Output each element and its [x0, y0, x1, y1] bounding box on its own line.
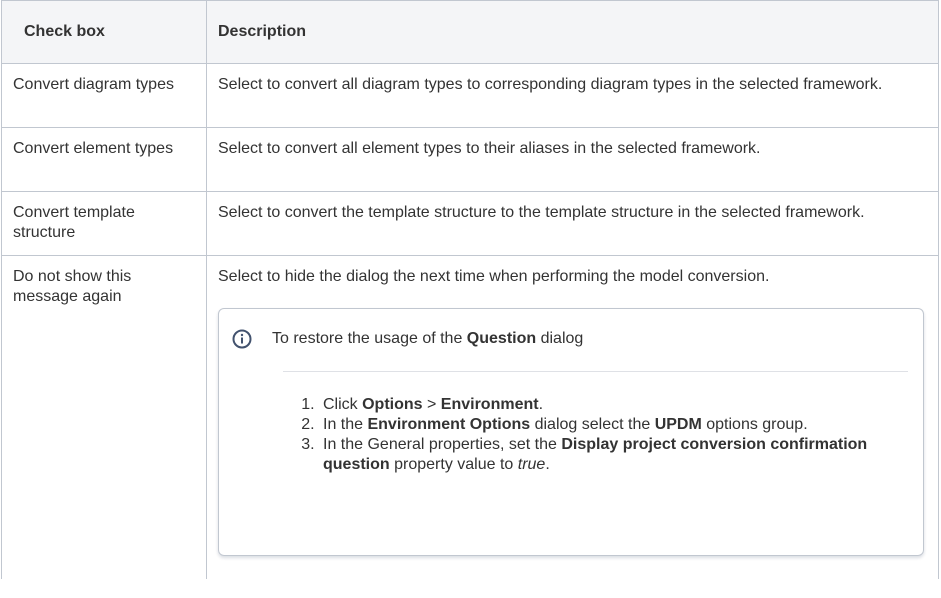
table-row: Convert element types Select to convert …: [1, 127, 939, 192]
description-text: Select to hide the dialog the next time …: [218, 268, 770, 285]
steps-list: Click Options > Environment. In the Envi…: [219, 395, 923, 475]
table-row: Do not show this message again Select to…: [1, 255, 939, 579]
table-row: Convert template structure Select to con…: [1, 191, 939, 256]
checkbox-description-table: Check box Description Convert diagram ty…: [1, 0, 939, 579]
list-item: In the Environment Options dialog select…: [319, 415, 883, 435]
checkbox-name-cell: Convert diagram types: [1, 63, 207, 128]
info-icon: [232, 329, 252, 349]
checkbox-name-cell: Convert template structure: [1, 191, 207, 256]
list-item: In the General properties, set the Displ…: [319, 435, 883, 475]
divider: [283, 371, 908, 372]
description-cell: Select to convert all element types to t…: [206, 127, 939, 192]
column-header-checkbox: Check box: [1, 0, 207, 64]
question-dialog-name: Question: [466, 330, 537, 347]
list-item: Click Options > Environment.: [319, 395, 883, 415]
checkbox-name-cell: Do not show this message again: [1, 255, 207, 579]
info-panel-header: To restore the usage of the Question dia…: [219, 309, 923, 355]
column-header-description: Description: [206, 0, 939, 64]
checkbox-name-cell: Convert element types: [1, 127, 207, 192]
info-panel-title: To restore the usage of the Question dia…: [272, 330, 584, 347]
description-cell: Select to convert the template structure…: [206, 191, 939, 256]
table-row: Convert diagram types Select to convert …: [1, 63, 939, 128]
description-cell: Select to hide the dialog the next time …: [206, 255, 939, 579]
table-header-row: Check box Description: [1, 0, 939, 64]
info-panel: To restore the usage of the Question dia…: [218, 308, 924, 556]
description-cell: Select to convert all diagram types to c…: [206, 63, 939, 128]
